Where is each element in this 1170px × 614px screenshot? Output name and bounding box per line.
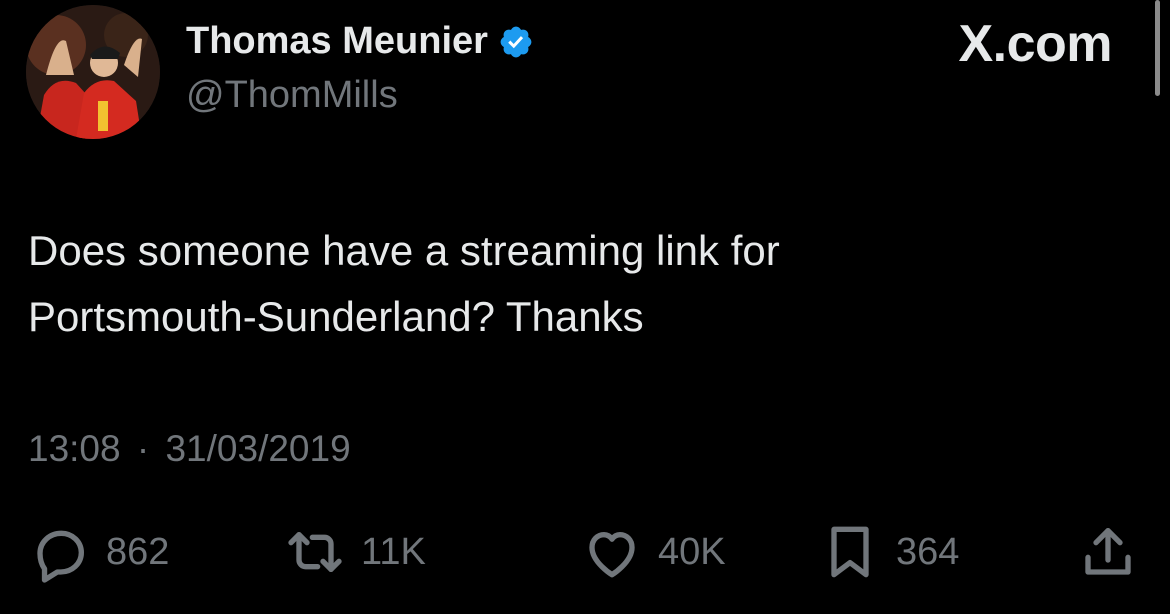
- share-icon: [1076, 520, 1140, 584]
- share-button[interactable]: [1076, 520, 1140, 584]
- repost-count: 11K: [361, 530, 426, 573]
- heart-icon: [580, 520, 644, 584]
- scrollbar[interactable]: [1155, 0, 1160, 96]
- bookmark-count: 364: [896, 530, 960, 573]
- repost-button[interactable]: 11K: [283, 520, 426, 584]
- tweet-text-line: Does someone have a streaming link for: [28, 227, 780, 274]
- tweet-text-line: Portsmouth-Sunderland? Thanks: [28, 293, 644, 340]
- repost-icon: [283, 520, 347, 584]
- reply-count: 862: [106, 530, 170, 573]
- tweet-date: 31/03/2019: [165, 428, 351, 469]
- avatar[interactable]: [26, 5, 160, 139]
- avatar-photo: [26, 5, 160, 139]
- meta-separator: ·: [136, 428, 150, 469]
- author-name-text[interactable]: Thomas Meunier: [186, 20, 488, 63]
- tweet-time: 13:08: [28, 428, 121, 469]
- tweet-actions-bar: 862 11K 40K 364: [0, 520, 1170, 584]
- verified-badge-icon: [498, 24, 534, 60]
- reply-icon: [28, 520, 92, 584]
- reply-button[interactable]: 862: [28, 520, 169, 584]
- bookmark-icon: [818, 520, 882, 584]
- like-count: 40K: [658, 530, 726, 573]
- bookmark-button[interactable]: 364: [818, 520, 959, 584]
- author-handle[interactable]: @ThomMills: [186, 74, 398, 117]
- tweet-text: Does someone have a streaming link for P…: [28, 218, 1108, 350]
- tweet-timestamp[interactable]: 13:08 · 31/03/2019: [28, 428, 351, 470]
- x-logo: X.com: [958, 15, 1112, 73]
- like-button[interactable]: 40K: [580, 520, 726, 584]
- author-display-name[interactable]: Thomas Meunier: [186, 20, 534, 63]
